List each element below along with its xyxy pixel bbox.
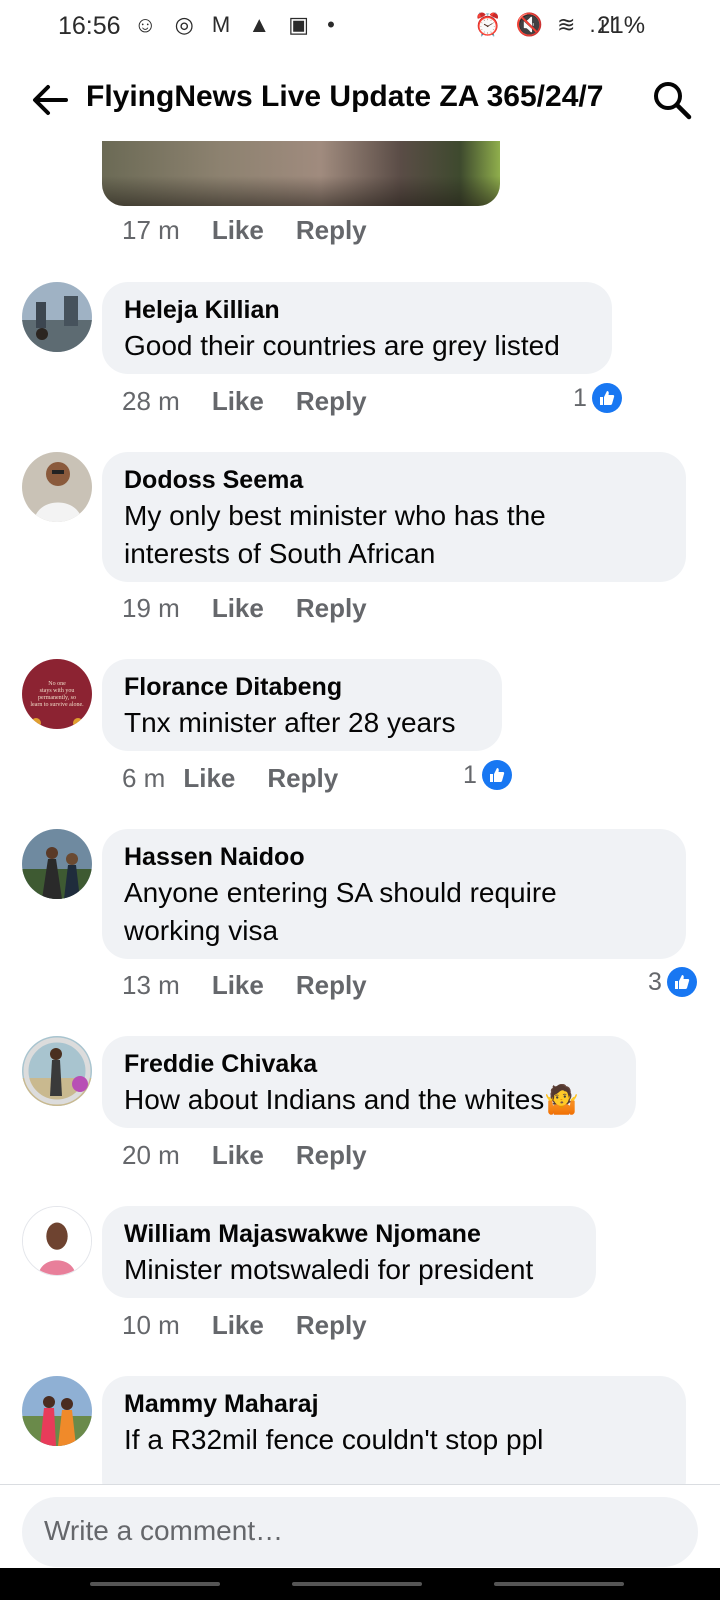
reply-button[interactable]: Reply [296, 1140, 367, 1170]
reaction-count[interactable]: 3 [648, 967, 697, 997]
reply-button[interactable]: Reply [296, 593, 367, 623]
reply-button[interactable]: Reply [296, 215, 367, 245]
comment-input[interactable]: Write a comment… [22, 1497, 698, 1567]
comment-text: My only best minister who has the [124, 500, 546, 531]
reply-button[interactable]: Reply [296, 386, 367, 416]
thumbs-up-icon [481, 760, 512, 790]
avatar[interactable] [22, 1376, 92, 1446]
comment-actions: 10 m Like Reply [122, 1310, 399, 1341]
comment-text: Tnx minister after 28 years [124, 707, 456, 738]
commenter-name[interactable]: Dodoss Seema [124, 465, 664, 495]
avatar[interactable]: No one stays with you permanently, so le… [22, 659, 92, 729]
comment-actions: 19 m Like Reply [122, 593, 399, 624]
avatar[interactable] [22, 1206, 92, 1276]
reaction-number: 1 [573, 383, 587, 412]
comment-time: 10 m [122, 1310, 180, 1340]
comment-time: 17 m [122, 215, 180, 245]
reaction-number: 3 [648, 967, 662, 996]
avatar[interactable] [22, 282, 92, 352]
comment-actions: 28 m Like Reply [122, 386, 399, 417]
like-button[interactable]: Like [212, 1140, 264, 1170]
comment-time: 13 m [122, 970, 180, 1000]
comment-actions: 20 m Like Reply [122, 1140, 399, 1171]
svg-text:learn to survive alone.: learn to survive alone. [30, 702, 84, 708]
reply-button[interactable]: Reply [296, 1310, 367, 1340]
reaction-number: 1 [463, 760, 477, 789]
comment-photo[interactable] [102, 141, 500, 206]
comment-text: Minister motswaledi for president [124, 1254, 534, 1285]
thumbs-up-icon [666, 967, 697, 997]
battery-level: 21% [597, 12, 646, 39]
page-title: FlyingNews Live Update ZA 365/24/7 [86, 80, 604, 113]
comment-time: 20 m [122, 1140, 180, 1170]
avatar[interactable] [22, 452, 92, 522]
comment-text: interests of South African [124, 538, 436, 569]
arrow-left-icon[interactable] [28, 78, 72, 122]
like-button[interactable]: Like [212, 1310, 264, 1340]
header: FlyingNews Live Update ZA 365/24/7 [0, 62, 720, 138]
avatar[interactable] [22, 1036, 92, 1106]
nav-home-handle[interactable] [292, 1582, 422, 1586]
comment-text: working visa [124, 915, 279, 946]
like-button[interactable]: Like [212, 970, 264, 1000]
comment-text: If a R32mil fence couldn't stop ppl [124, 1424, 544, 1455]
comment-actions: 13 m Like Reply [122, 970, 399, 1001]
svg-text:stays with you: stays with you [40, 688, 75, 694]
comment-input-placeholder: Write a comment… [44, 1515, 284, 1546]
comment-time: 6 m [122, 763, 166, 793]
avatar[interactable] [22, 829, 92, 899]
thumbs-up-icon [591, 383, 622, 413]
like-button[interactable]: Like [183, 763, 235, 793]
reply-button[interactable]: Reply [267, 763, 338, 793]
commenter-name[interactable]: William Majaswakwe Njomane [124, 1219, 574, 1249]
comment-text: Anyone entering SA should require [124, 877, 557, 908]
comment-bubble: William Majaswakwe Njomane Minister mots… [102, 1206, 596, 1298]
commenter-name[interactable]: Heleja Killian [124, 295, 590, 325]
comment-bubble: Dodoss Seema My only best minister who h… [102, 452, 686, 582]
nav-recent-handle[interactable] [90, 1582, 220, 1586]
commenter-name[interactable]: Florance Ditabeng [124, 672, 480, 702]
commenter-name[interactable]: Hassen Naidoo [124, 842, 664, 872]
commenter-name[interactable]: Freddie Chivaka [124, 1049, 614, 1079]
reply-button[interactable]: Reply [296, 970, 367, 1000]
like-button[interactable]: Like [212, 215, 264, 245]
comment-time: 28 m [122, 386, 180, 416]
status-bar: 16:56 ☺ ◎ M ▲ ▣ • ⏰ 🔇 ≋ .ıl 21% [0, 0, 720, 52]
status-time: 16:56 [58, 12, 121, 40]
comment-text: How about Indians and the whites🤷 [124, 1084, 580, 1115]
reaction-count[interactable]: 1 [573, 383, 622, 413]
reaction-count[interactable]: 1 [463, 760, 512, 790]
comment-actions: 6 m Like Reply [122, 763, 370, 794]
comment-bubble: Heleja Killian Good their countries are … [102, 282, 612, 374]
comment-time: 19 m [122, 593, 180, 623]
comment-bubble: Florance Ditabeng Tnx minister after 28 … [102, 659, 502, 751]
comment-bubble: Hassen Naidoo Anyone entering SA should … [102, 829, 686, 959]
svg-text:permanently, so: permanently, so [38, 695, 76, 701]
svg-text:No one: No one [48, 681, 66, 687]
search-icon[interactable] [650, 78, 694, 122]
commenter-name[interactable]: Mammy Maharaj [124, 1389, 664, 1419]
like-button[interactable]: Like [212, 593, 264, 623]
comment-text: Good their countries are grey listed [124, 330, 560, 361]
like-button[interactable]: Like [212, 386, 264, 416]
comment-actions: 17 m Like Reply [122, 215, 399, 246]
notification-icons: ☺ ◎ M ▲ ▣ • [134, 12, 341, 37]
comment-bubble: Freddie Chivaka How about Indians and th… [102, 1036, 636, 1128]
system-nav-bar [0, 1568, 720, 1600]
nav-back-handle[interactable] [494, 1582, 624, 1586]
